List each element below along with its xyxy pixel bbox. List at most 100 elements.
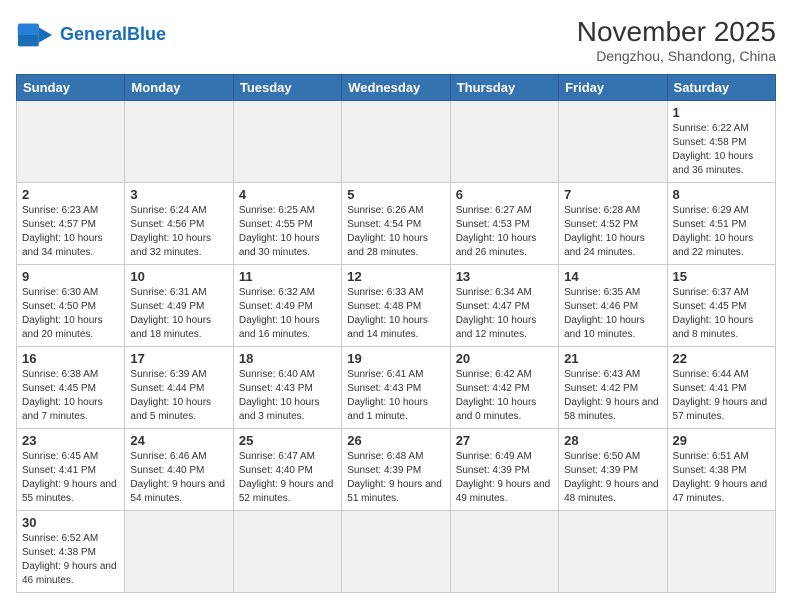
day-number: 17 xyxy=(130,351,227,366)
day-number: 30 xyxy=(22,515,119,530)
day-cell: 24 Sunrise: 6:46 AM Sunset: 4:40 PM Dayli… xyxy=(125,429,233,511)
day-cell: 29 Sunrise: 6:51 AM Sunset: 4:38 PM Dayli… xyxy=(667,429,775,511)
day-info: Sunrise: 6:24 AM Sunset: 4:56 PM Dayligh… xyxy=(130,204,227,260)
day-cell xyxy=(450,101,558,183)
day-info: Sunrise: 6:41 AM Sunset: 4:43 PM Dayligh… xyxy=(347,368,444,424)
day-info: Sunrise: 6:31 AM Sunset: 4:49 PM Dayligh… xyxy=(130,286,227,342)
day-cell: 10 Sunrise: 6:31 AM Sunset: 4:49 PM Dayli… xyxy=(125,265,233,347)
day-info: Sunrise: 6:38 AM Sunset: 4:45 PM Dayligh… xyxy=(22,368,119,424)
day-cell: 12 Sunrise: 6:33 AM Sunset: 4:48 PM Dayli… xyxy=(342,265,450,347)
day-info: Sunrise: 6:23 AM Sunset: 4:57 PM Dayligh… xyxy=(22,204,119,260)
day-info: Sunrise: 6:39 AM Sunset: 4:44 PM Dayligh… xyxy=(130,368,227,424)
day-info: Sunrise: 6:49 AM Sunset: 4:39 PM Dayligh… xyxy=(456,450,553,506)
day-info: Sunrise: 6:46 AM Sunset: 4:40 PM Dayligh… xyxy=(130,450,227,506)
day-number: 14 xyxy=(564,269,661,284)
weekday-header-monday: Monday xyxy=(125,75,233,101)
logo: GeneralBlue xyxy=(16,16,166,54)
day-number: 18 xyxy=(239,351,336,366)
day-info: Sunrise: 6:40 AM Sunset: 4:43 PM Dayligh… xyxy=(239,368,336,424)
day-cell: 23Sunrise: 6:45 AM Sunset: 4:41 PM Dayli… xyxy=(17,429,125,511)
day-info: Sunrise: 6:43 AM Sunset: 4:42 PM Dayligh… xyxy=(564,368,661,424)
day-info: Sunrise: 6:51 AM Sunset: 4:38 PM Dayligh… xyxy=(673,450,770,506)
day-info: Sunrise: 6:33 AM Sunset: 4:48 PM Dayligh… xyxy=(347,286,444,342)
day-number: 29 xyxy=(673,433,770,448)
day-cell: 9Sunrise: 6:30 AM Sunset: 4:50 PM Daylig… xyxy=(17,265,125,347)
day-cell xyxy=(559,101,667,183)
day-number: 27 xyxy=(456,433,553,448)
day-number: 1 xyxy=(673,105,770,120)
day-cell: 15Sunrise: 6:37 AM Sunset: 4:45 PM Dayli… xyxy=(667,265,775,347)
day-cell: 16 Sunrise: 6:38 AM Sunset: 4:45 PM Dayli… xyxy=(17,347,125,429)
day-number: 22 xyxy=(673,351,770,366)
day-cell xyxy=(233,101,341,183)
day-number: 23 xyxy=(22,433,119,448)
weekday-header-thursday: Thursday xyxy=(450,75,558,101)
weekday-header-tuesday: Tuesday xyxy=(233,75,341,101)
day-cell: 26 Sunrise: 6:48 AM Sunset: 4:39 PM Dayli… xyxy=(342,429,450,511)
week-row-3: 9Sunrise: 6:30 AM Sunset: 4:50 PM Daylig… xyxy=(17,265,776,347)
day-info: Sunrise: 6:50 AM Sunset: 4:39 PM Dayligh… xyxy=(564,450,661,506)
day-cell: 5Sunrise: 6:26 AM Sunset: 4:54 PM Daylig… xyxy=(342,183,450,265)
day-number: 7 xyxy=(564,187,661,202)
day-cell: 22 Sunrise: 6:44 AM Sunset: 4:41 PM Dayli… xyxy=(667,347,775,429)
day-cell: 2 Sunrise: 6:23 AM Sunset: 4:57 PM Daylig… xyxy=(17,183,125,265)
week-row-2: 2 Sunrise: 6:23 AM Sunset: 4:57 PM Daylig… xyxy=(17,183,776,265)
day-info: Sunrise: 6:52 AM Sunset: 4:38 PM Dayligh… xyxy=(22,532,119,588)
day-number: 10 xyxy=(130,269,227,284)
day-cell: 18 Sunrise: 6:40 AM Sunset: 4:43 PM Dayli… xyxy=(233,347,341,429)
day-info: Sunrise: 6:35 AM Sunset: 4:46 PM Dayligh… xyxy=(564,286,661,342)
day-cell: 7Sunrise: 6:28 AM Sunset: 4:52 PM Daylig… xyxy=(559,183,667,265)
day-number: 20 xyxy=(456,351,553,366)
logo-text: GeneralBlue xyxy=(60,25,166,45)
day-info: Sunrise: 6:32 AM Sunset: 4:49 PM Dayligh… xyxy=(239,286,336,342)
weekday-header-wednesday: Wednesday xyxy=(342,75,450,101)
day-info: Sunrise: 6:42 AM Sunset: 4:42 PM Dayligh… xyxy=(456,368,553,424)
day-number: 26 xyxy=(347,433,444,448)
day-number: 25 xyxy=(239,433,336,448)
day-number: 2 xyxy=(22,187,119,202)
day-cell: 25 Sunrise: 6:47 AM Sunset: 4:40 PM Dayli… xyxy=(233,429,341,511)
day-number: 8 xyxy=(673,187,770,202)
day-info: Sunrise: 6:29 AM Sunset: 4:51 PM Dayligh… xyxy=(673,204,770,260)
month-year: November 2025 xyxy=(577,16,776,48)
day-cell xyxy=(342,511,450,593)
day-number: 4 xyxy=(239,187,336,202)
day-number: 3 xyxy=(130,187,227,202)
logo-general: General xyxy=(60,24,127,44)
weekday-header-saturday: Saturday xyxy=(667,75,775,101)
day-cell: 28Sunrise: 6:50 AM Sunset: 4:39 PM Dayli… xyxy=(559,429,667,511)
day-number: 24 xyxy=(130,433,227,448)
day-info: Sunrise: 6:27 AM Sunset: 4:53 PM Dayligh… xyxy=(456,204,553,260)
day-cell xyxy=(559,511,667,593)
day-info: Sunrise: 6:48 AM Sunset: 4:39 PM Dayligh… xyxy=(347,450,444,506)
day-cell xyxy=(667,511,775,593)
day-info: Sunrise: 6:34 AM Sunset: 4:47 PM Dayligh… xyxy=(456,286,553,342)
location: Dengzhou, Shandong, China xyxy=(577,48,776,64)
week-row-1: 1 Sunrise: 6:22 AM Sunset: 4:58 PM Daylig… xyxy=(17,101,776,183)
day-info: Sunrise: 6:47 AM Sunset: 4:40 PM Dayligh… xyxy=(239,450,336,506)
day-number: 21 xyxy=(564,351,661,366)
day-cell: 1 Sunrise: 6:22 AM Sunset: 4:58 PM Daylig… xyxy=(667,101,775,183)
day-number: 13 xyxy=(456,269,553,284)
day-cell xyxy=(233,511,341,593)
day-info: Sunrise: 6:30 AM Sunset: 4:50 PM Dayligh… xyxy=(22,286,119,342)
day-cell xyxy=(17,101,125,183)
day-info: Sunrise: 6:44 AM Sunset: 4:41 PM Dayligh… xyxy=(673,368,770,424)
day-number: 11 xyxy=(239,269,336,284)
day-number: 6 xyxy=(456,187,553,202)
week-row-5: 23Sunrise: 6:45 AM Sunset: 4:41 PM Dayli… xyxy=(17,429,776,511)
calendar: SundayMondayTuesdayWednesdayThursdayFrid… xyxy=(16,74,776,593)
title-block: November 2025 Dengzhou, Shandong, China xyxy=(577,16,776,64)
day-cell xyxy=(125,101,233,183)
day-info: Sunrise: 6:22 AM Sunset: 4:58 PM Dayligh… xyxy=(673,122,770,178)
day-cell: 8 Sunrise: 6:29 AM Sunset: 4:51 PM Daylig… xyxy=(667,183,775,265)
day-cell: 14 Sunrise: 6:35 AM Sunset: 4:46 PM Dayli… xyxy=(559,265,667,347)
day-cell xyxy=(125,511,233,593)
day-cell: 11 Sunrise: 6:32 AM Sunset: 4:49 PM Dayli… xyxy=(233,265,341,347)
day-number: 16 xyxy=(22,351,119,366)
weekday-header-row: SundayMondayTuesdayWednesdayThursdayFrid… xyxy=(17,75,776,101)
day-info: Sunrise: 6:25 AM Sunset: 4:55 PM Dayligh… xyxy=(239,204,336,260)
day-number: 12 xyxy=(347,269,444,284)
day-number: 5 xyxy=(347,187,444,202)
page-header: GeneralBlue November 2025 Dengzhou, Shan… xyxy=(16,16,776,64)
